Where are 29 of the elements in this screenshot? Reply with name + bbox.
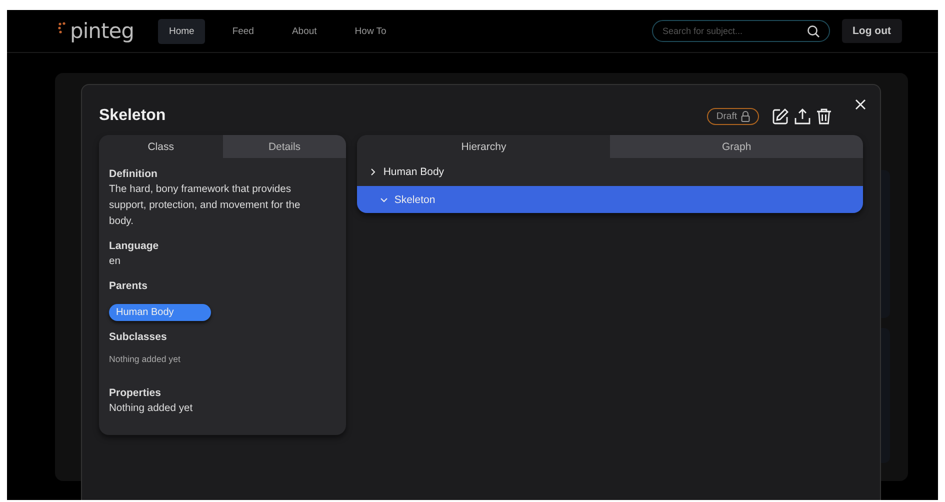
section-heading: Parents [109, 280, 149, 292]
section-text: Nothing added yet [109, 402, 194, 416]
section-heading: Language [109, 240, 160, 252]
search-field[interactable]: Search for subject... [652, 20, 830, 42]
lock-icon [741, 110, 750, 122]
section-heading: Definition [109, 168, 158, 180]
nav-link[interactable]: Home [158, 18, 206, 44]
panel-tab[interactable]: Details [222, 135, 346, 158]
section-text: The hard, bony framework that provides support, protection, and movement for the body. [109, 183, 302, 229]
nav-link[interactable]: How To [344, 18, 398, 44]
edit-icon[interactable] [772, 108, 789, 124]
tree-item[interactable]: Skeleton [357, 186, 863, 213]
panel-tab[interactable]: Graph [610, 135, 863, 158]
status-badge: Draft [707, 108, 759, 124]
search-icon[interactable] [806, 24, 820, 38]
close-icon[interactable] [855, 99, 866, 110]
trash-icon[interactable] [816, 108, 832, 124]
tree-item[interactable]: Human Body [357, 158, 863, 186]
section-heading: Properties [109, 387, 162, 399]
logout-button[interactable]: Log out [842, 19, 902, 43]
logo-text: pinteg [70, 19, 134, 43]
modal-title: Skeleton [99, 107, 166, 125]
section-text: en [109, 255, 122, 269]
nav-link[interactable]: About [280, 18, 328, 44]
nav-link[interactable]: Feed [221, 18, 265, 44]
chevron-icon[interactable] [369, 168, 378, 176]
upload-icon[interactable] [794, 108, 811, 124]
section-heading: Subclasses [109, 331, 168, 343]
empty-text: Nothing added yet [109, 353, 182, 366]
